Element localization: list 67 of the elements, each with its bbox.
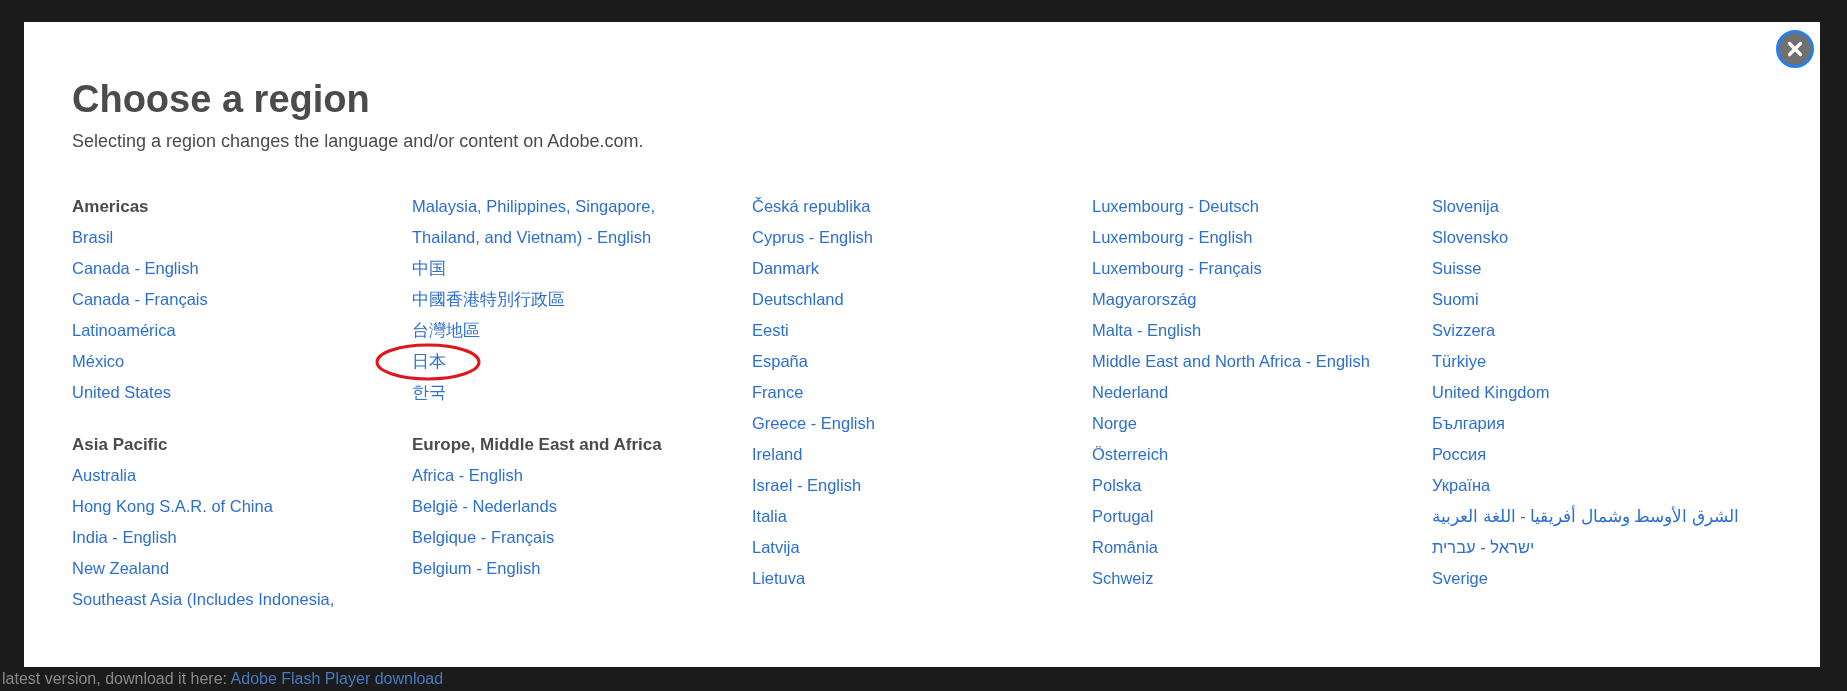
region-link[interactable]: Luxembourg - Français (1092, 253, 1262, 284)
region-link[interactable]: България (1432, 408, 1505, 439)
region-link[interactable]: Hong Kong S.A.R. of China (72, 491, 273, 522)
region-heading: Europe, Middle East and Africa (412, 434, 662, 456)
region-link[interactable]: Türkiye (1432, 346, 1487, 377)
region-link[interactable]: Nederland (1092, 377, 1169, 408)
region-link[interactable]: Россия (1432, 439, 1487, 470)
dialog-subtitle: Selecting a region changes the language and/or content on Adobe.com. (72, 130, 644, 153)
region-link[interactable]: New Zealand (72, 553, 170, 584)
region-link[interactable]: België - Nederlands (412, 491, 557, 522)
region-link[interactable]: Malta - English (1092, 315, 1202, 346)
region-link[interactable]: Cyprus - English (752, 222, 874, 253)
region-link[interactable]: United Kingdom (1432, 377, 1550, 408)
region-link[interactable]: Україна (1432, 470, 1491, 501)
region-link[interactable]: România (1092, 532, 1159, 563)
region-link[interactable]: Suomi (1432, 284, 1479, 315)
region-link[interactable]: Belgium - English (412, 553, 541, 584)
region-link[interactable]: Slovensko (1432, 222, 1509, 253)
region-link[interactable]: United States (72, 377, 172, 408)
page-text: latest version, download it here: Adobe Flash Player download (2, 669, 444, 689)
region-link[interactable]: 한국 (412, 377, 446, 408)
close-button[interactable] (1776, 30, 1814, 68)
region-link[interactable]: Danmark (752, 253, 819, 284)
region-link[interactable]: Canada - English (72, 253, 199, 284)
region-link[interactable]: Africa - English (412, 460, 523, 491)
region-link[interactable]: Sverige (1432, 563, 1488, 594)
region-link[interactable]: Malaysia, Philippines, Singapore, Thailand, and Vietnam) - English (412, 191, 722, 253)
region-link[interactable]: 台灣地區 (412, 315, 480, 346)
region-link[interactable]: Brasil (72, 222, 114, 253)
region-link[interactable]: España (752, 346, 808, 377)
region-link[interactable]: Canada - Français (72, 284, 208, 315)
region-link[interactable]: Polska (1092, 470, 1142, 501)
region-heading: Asia Pacific (72, 434, 168, 456)
region-link[interactable]: Latinoamérica (72, 315, 176, 346)
region-link[interactable]: Slovenija (1432, 191, 1499, 222)
region-link[interactable]: Ireland (752, 439, 803, 470)
region-link[interactable]: Portugal (1092, 501, 1154, 532)
region-link[interactable]: 中國香港特別行政區 (412, 284, 565, 315)
region-link[interactable]: Lietuva (752, 563, 806, 594)
region-link[interactable]: Magyarország (1092, 284, 1197, 315)
region-link[interactable]: India - English (72, 522, 177, 553)
region-heading: Americas (72, 196, 149, 218)
region-link[interactable]: Österreich (1092, 439, 1169, 470)
download-link[interactable]: Adobe Flash Player download (230, 670, 444, 687)
region-link[interactable]: ישראל - עברית (1432, 532, 1535, 563)
region-link[interactable]: Suisse (1432, 253, 1482, 284)
region-link[interactable]: Greece - English (752, 408, 875, 439)
region-link[interactable]: Australia (72, 460, 137, 491)
region-link[interactable]: Middle East and North Africa - English (1092, 346, 1370, 377)
region-link[interactable]: Luxembourg - Deutsch (1092, 191, 1259, 222)
region-link[interactable]: Italia (752, 501, 787, 532)
region-link[interactable]: Latvija (752, 532, 800, 563)
dialog-title: Choose a region (72, 77, 370, 122)
region-link[interactable]: Eesti (752, 315, 789, 346)
region-link[interactable]: France (752, 377, 804, 408)
region-link[interactable]: Israel - English (752, 470, 862, 501)
region-link[interactable]: Česká republika (752, 191, 871, 222)
region-link[interactable]: Deutschland (752, 284, 844, 315)
region-link[interactable]: Norge (1092, 408, 1137, 439)
region-link[interactable]: México (72, 346, 125, 377)
region-link[interactable]: Southeast Asia (Includes Indonesia, (72, 584, 335, 615)
region-link[interactable]: الشرق الأوسط وشمال أفريقيا - اللغة العربية (1432, 501, 1739, 532)
region-link[interactable]: Svizzera (1432, 315, 1496, 346)
region-link[interactable]: Schweiz (1092, 563, 1154, 594)
region-link[interactable]: Belgique - Français (412, 522, 555, 553)
region-link[interactable]: Luxembourg - English (1092, 222, 1253, 253)
region-link[interactable]: 中国 (412, 253, 446, 284)
